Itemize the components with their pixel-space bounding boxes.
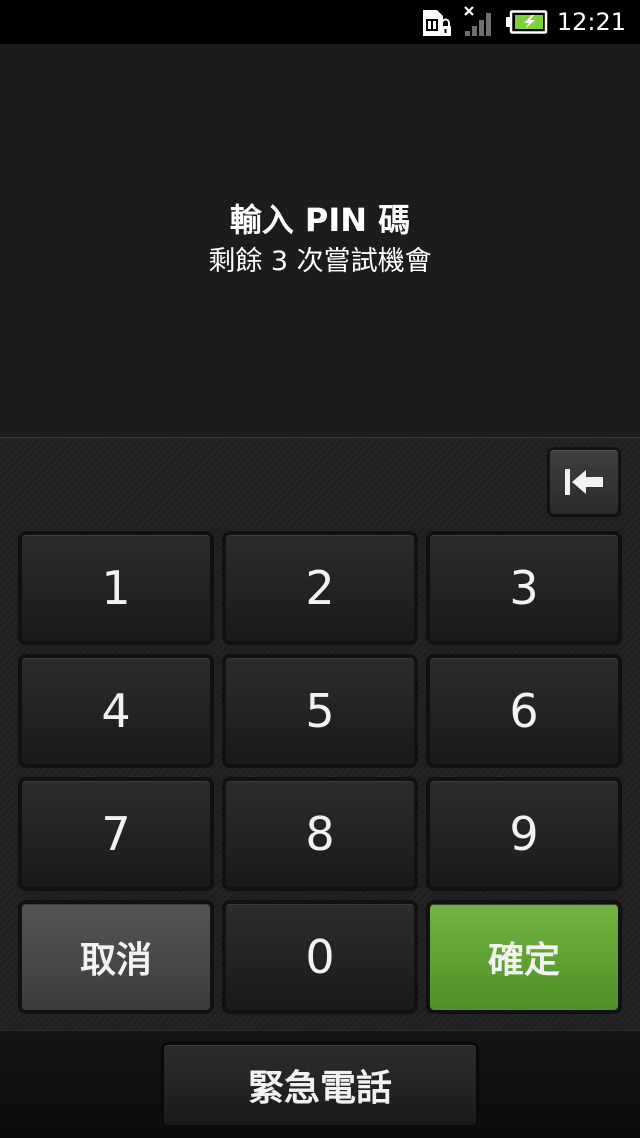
bottom-bar: 緊急電話: [0, 1030, 640, 1138]
status-clock: 12:21: [556, 8, 626, 36]
key-2[interactable]: 2: [226, 535, 414, 641]
key-9[interactable]: 9: [430, 781, 618, 887]
key-4[interactable]: 4: [22, 658, 210, 764]
key-8[interactable]: 8: [226, 781, 414, 887]
prompt-title: 輸入 PIN 碼: [229, 201, 411, 239]
battery-charging-icon: [506, 10, 548, 34]
key-0[interactable]: 0: [226, 904, 414, 1010]
no-signal-icon: [464, 6, 491, 36]
pin-prompt-area: 輸入 PIN 碼 剩餘 3 次嘗試機會: [0, 44, 640, 437]
backspace-button[interactable]: [550, 450, 618, 514]
backspace-icon: [565, 469, 603, 495]
key-5[interactable]: 5: [226, 658, 414, 764]
prompt-subtitle: 剩餘 3 次嘗試機會: [208, 246, 432, 277]
status-bar: 12:21: [0, 0, 640, 44]
sim-card-locked-icon: [423, 10, 451, 36]
key-1[interactable]: 1: [22, 535, 210, 641]
cancel-button[interactable]: 取消: [22, 904, 210, 1010]
pin-keypad: 1 2 3 4 5 6 7 8 9 取消 0 確定: [0, 437, 640, 1030]
key-6[interactable]: 6: [430, 658, 618, 764]
emergency-call-button[interactable]: 緊急電話: [164, 1045, 476, 1125]
ok-button[interactable]: 確定: [430, 904, 618, 1010]
key-7[interactable]: 7: [22, 781, 210, 887]
key-3[interactable]: 3: [430, 535, 618, 641]
